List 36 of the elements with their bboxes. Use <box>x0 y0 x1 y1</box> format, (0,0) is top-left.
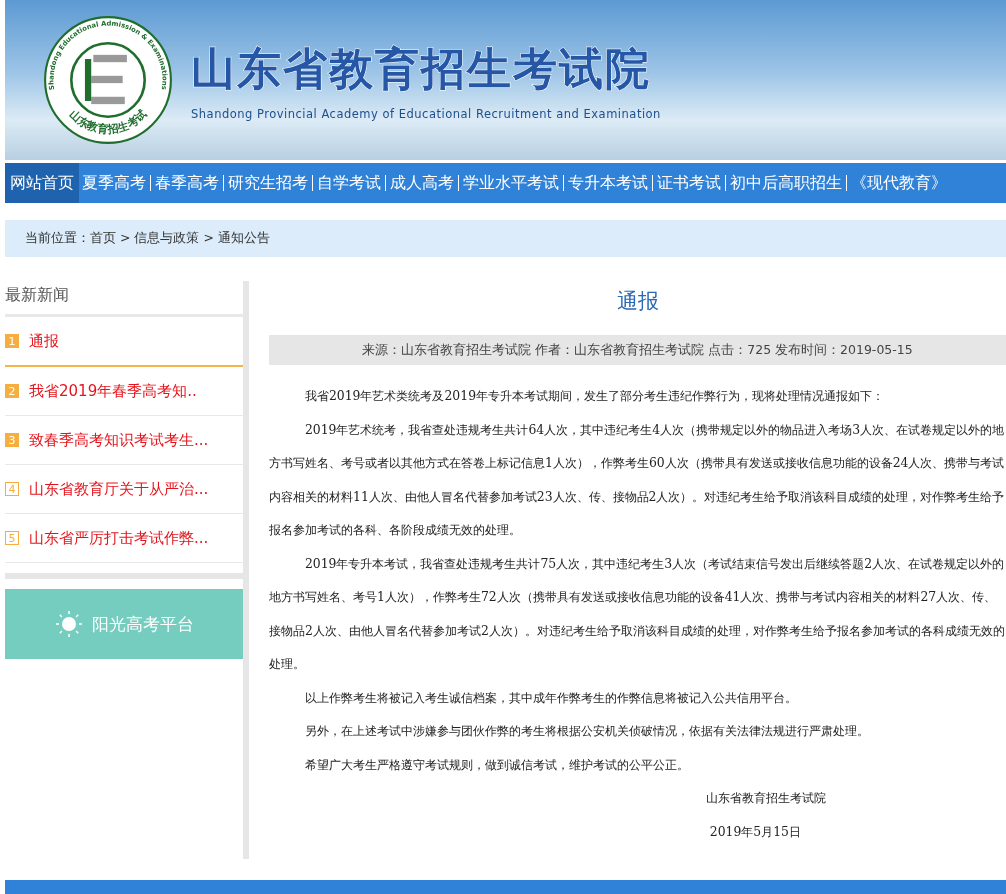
nav-tab[interactable]: 《现代教育》 <box>848 163 950 203</box>
site-subtitle: Shandong Provincial Academy of Educational Recruitment and Examination <box>191 106 661 121</box>
nav-tab[interactable]: 证书考试 <box>654 163 724 203</box>
sun-icon <box>54 609 84 639</box>
nav-tab[interactable]: 成人高考 <box>387 163 457 203</box>
nav-tab[interactable]: 学业水平考试 <box>460 163 562 203</box>
news-item[interactable]: 2 我省2019年春季高考知.. <box>5 367 243 416</box>
rank-badge: 5 <box>5 531 19 545</box>
article-meta: 来源：山东省教育招生考试院 作者：山东省教育招生考试院 点击：725 发布时间：2019-05-15 <box>269 335 1006 365</box>
article-paragraph: 以上作弊考生将被记入考生诚信档案，其中成年作弊考生的作弊信息将被记入公共信用平台。 <box>303 688 798 707</box>
nav-tab[interactable]: 研究生招考 <box>225 163 311 203</box>
nav-tab[interactable]: 网站首页 <box>5 163 79 203</box>
article-date: 2019年5月15日 <box>708 822 802 841</box>
news-item[interactable]: 5 山东省严厉打击考试作弊... <box>5 514 243 563</box>
site-title: 山东省教育招生考试院 <box>191 41 652 96</box>
breadcrumb: 当前位置：首页 > 信息与政策 > 通知公告 <box>5 220 1006 257</box>
signature: 山东省教育招生考试院 <box>705 789 827 807</box>
news-item[interactable]: 4 山东省教育厅关于从严治... <box>5 465 243 514</box>
rank-badge: 4 <box>5 482 19 496</box>
article-paragraph: 希望广大考生严格遵守考试规则，做到诚信考试，维护考试的公平公正。 <box>303 755 690 774</box>
article-paragraph: 另外，在上述考试中涉嫌参与团伙作弊的考生将根据公安机关侦破情况，依据有关法律法规进行严肃处理。 <box>303 722 870 740</box>
news-item[interactable]: 1 通报 <box>5 317 243 367</box>
nav-tab[interactable]: 夏季高考 <box>79 163 149 203</box>
article-paragraph: 2019年专升本考试，我省查处违规考生共计75人次，其中违纪考生3人次（考试结束信号发出后继续答题2人次、在试卷规定以外的地方书写姓名、考号1人次），作弊考生72人次（携带具有发送或接收信息功能的设备41人次、携带与考试内容相关的材料27人次、传、接物品2人次、由他人冒名代替参加考试2人次）。对违纪考生给予取消该科目成绩的处理，对作弊考生给予报名参加考试的各科成绩无效的处理。 <box>269 554 1006 673</box>
rank-badge: 1 <box>5 334 19 348</box>
news-item[interactable]: 3 致春季高考知识考试考生... <box>5 416 243 465</box>
rank-badge: 3 <box>5 433 19 447</box>
article-paragraph: 2019年艺术统考，我省查处违规考生共计64人次，其中违纪考生4人次（携带规定以外的物品进入考场3人次、在试卷规定以外的地方书写姓名、考号或者以其他方式在答卷上标记信息1人次），作弊考生60人次（携带具有发送或接收信息功能的设备24人次、携带与考试内容相关的材料11人次、由他人冒名代替参加考试23人次、传、接物品2人次）。对违纪考生给予取消该科目成绩的处理，对作弊考生给予报名参加考试的各科、各阶段成绩无效的处理。 <box>269 420 1006 539</box>
nav-tab[interactable]: 初中后高职招生 <box>727 163 845 203</box>
article-paragraph: 我省2019年艺术类统考及2019年专升本考试期间，发生了部分考生违纪作弊行为，现将处理情况通报如下： <box>303 387 886 405</box>
rank-badge: 2 <box>5 384 19 398</box>
nav-tab[interactable]: 春季高考 <box>152 163 222 203</box>
nav-tab[interactable]: 自学考试 <box>314 163 384 203</box>
nav-tab[interactable]: 专升本考试 <box>565 163 651 203</box>
article-title: 通报 <box>615 288 660 315</box>
sidebar-title: 最新新闻 <box>5 281 243 317</box>
